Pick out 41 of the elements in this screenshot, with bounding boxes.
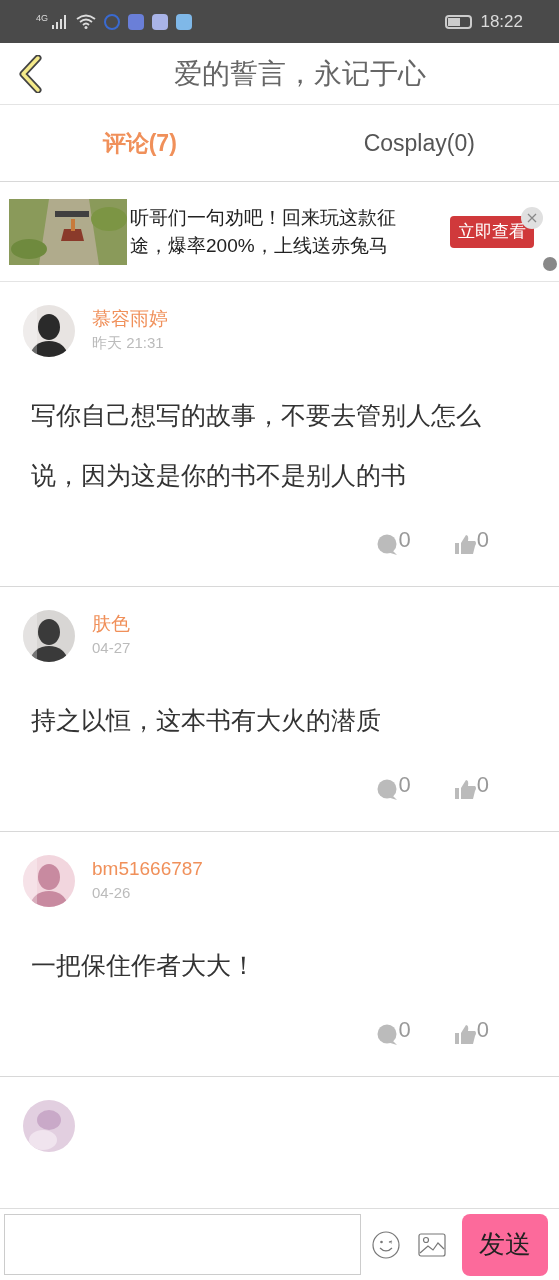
comment-text: 持之以恒，这本书有大火的潜质 [30,705,382,736]
image-icon [418,1232,446,1257]
page-title: 爱的誓言，永记于心 [172,56,427,91]
comment-time: 04-27 [92,638,131,658]
comment-text: 写你自己想写的故事，不要去管别人怎么说，因为这是你的书不是别人的书 [30,400,482,491]
network-label: 4G [36,12,48,25]
reply-button[interactable]: 0 [376,523,411,556]
user-name[interactable]: bm51666787 [92,855,203,883]
tab[interactable]: Cosplay(0) [279,105,559,181]
battery-icon [445,14,473,29]
thumbs-up-icon [454,1024,477,1046]
comment-time: 04-26 [92,883,132,903]
app-icon [176,13,192,30]
reply-button[interactable]: 0 [376,1013,411,1046]
ad-text: 听哥们一句劝吧！回来玩这款征途，爆率200%，上线送赤兔马 [130,205,397,258]
send-button[interactable]: 发送 [462,1213,548,1276]
comment-input[interactable] [4,1214,361,1275]
close-icon [527,213,537,223]
comment-bubble-icon [376,534,399,556]
like-button[interactable]: 0 [454,1013,489,1046]
like-button[interactable]: 0 [454,768,489,801]
thumbs-up-icon [454,779,477,801]
back-icon [18,54,42,93]
smiley-icon [372,1230,400,1259]
user-name[interactable]: 肤色 [92,610,131,638]
emoji-button[interactable] [371,1229,401,1260]
signal-icon [52,14,68,29]
tab[interactable]: 评论(7) [0,105,280,181]
user-name[interactable]: 慕容雨婷 [92,305,168,333]
reply-button[interactable]: 0 [376,768,411,801]
comment-bubble-icon [376,1024,399,1046]
clock: 18:22 [480,10,523,33]
thumbs-up-icon [454,534,477,556]
like-button[interactable]: 0 [454,523,489,556]
comment-bubble-icon [376,779,399,801]
comment-time: 昨天 21:31 [92,333,165,353]
ad-badge-icon [543,257,557,271]
comment-text: 一把保住作者大大！ [30,950,257,981]
ad-button[interactable]: 立即查看 [450,215,534,248]
wifi-icon [76,14,96,29]
app-icon [104,13,120,30]
